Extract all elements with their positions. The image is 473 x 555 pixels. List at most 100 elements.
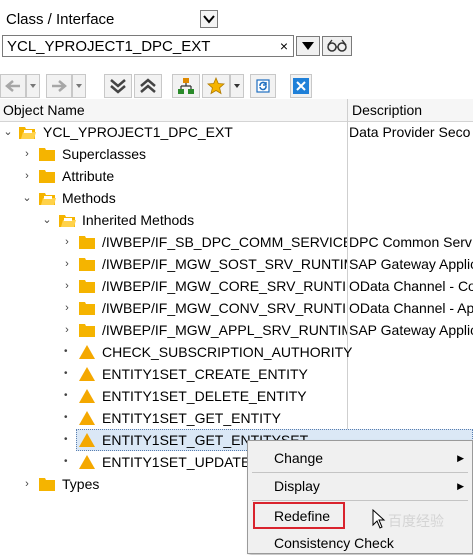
tree-node-class[interactable]: ⌄ YCL_YPROJECT1_DPC_EXT Data Provider Se… [0, 121, 473, 143]
leaf-dot: • [64, 434, 68, 445]
tree-node-methods[interactable]: ⌄ Methods [0, 187, 473, 209]
tree-node-inherited-methods[interactable]: ⌄ Inherited Methods [0, 209, 473, 231]
object-name-input[interactable] [3, 36, 275, 56]
tree-node-label: YCL_YPROJECT1_DPC_EXT [43, 124, 233, 140]
menu-separator [252, 472, 468, 473]
tree-node-method[interactable]: • ENTITY1SET_DELETE_ENTITY [0, 385, 473, 407]
submenu-arrow-icon: ▶ [457, 481, 464, 491]
collapsed-chevron-icon[interactable]: › [62, 275, 72, 297]
object-type-select[interactable]: Class / Interface [2, 8, 218, 30]
mouse-cursor-icon [372, 509, 386, 529]
menu-separator [252, 500, 468, 501]
open-folder-icon [59, 215, 76, 227]
triangle-down-icon [76, 84, 82, 88]
menu-item-display[interactable]: Display ▶ [248, 474, 473, 498]
forward-button[interactable] [46, 74, 72, 98]
triangle-down-icon [30, 84, 36, 88]
warning-method-icon [79, 345, 95, 359]
forward-menu-button[interactable] [72, 74, 86, 98]
tree-node-label: /IWBEP/IF_MGW_SOST_SRV_RUNTIME [102, 256, 347, 272]
collapsed-chevron-icon[interactable]: › [62, 297, 72, 319]
back-button[interactable] [0, 74, 26, 98]
chevron-down-icon [203, 15, 215, 24]
collapsed-chevron-icon[interactable]: › [62, 253, 72, 275]
history-dropdown-button[interactable] [296, 36, 320, 56]
submenu-arrow-icon: ▶ [457, 453, 464, 463]
open-folder-icon [39, 193, 56, 205]
tree-node-label: Inherited Methods [82, 212, 195, 228]
leaf-dot: • [64, 390, 68, 401]
column-header-description[interactable]: Description [349, 99, 473, 121]
expanded-chevron-icon[interactable]: ⌄ [22, 187, 32, 209]
tree-node-description: DPC Common Serv [349, 234, 472, 250]
folder-icon [39, 170, 55, 183]
expanded-chevron-icon[interactable]: ⌄ [3, 121, 13, 143]
tree-node-method[interactable]: • ENTITY1SET_GET_ENTITY [0, 407, 473, 429]
object-type-dropdown-button[interactable] [200, 10, 218, 28]
folder-icon [79, 258, 95, 271]
tree-node-label: /IWBEP/IF_MGW_APPL_SRV_RUNTIME [102, 322, 347, 338]
expanded-chevron-icon[interactable]: ⌄ [42, 209, 52, 231]
tree-node-interface[interactable]: › /IWBEP/IF_MGW_CORE_SRV_RUNTIME OData C… [0, 275, 473, 297]
arrow-left-icon [5, 80, 20, 92]
glasses-icon [327, 39, 347, 52]
warning-method-icon [79, 433, 95, 447]
tree-node-interface[interactable]: › /IWBEP/IF_MGW_SOST_SRV_RUNTIME SAP Gat… [0, 253, 473, 275]
display-object-button[interactable] [322, 36, 352, 56]
menu-item-label: Consistency Check [274, 535, 394, 551]
back-menu-button[interactable] [26, 74, 40, 98]
menu-item-label: Display [274, 478, 320, 494]
tree-node-method[interactable]: • ENTITY1SET_CREATE_ENTITY [0, 363, 473, 385]
collapse-all-button[interactable] [134, 74, 162, 98]
tree-node-label: ENTITY1SET_DELETE_ENTITY [102, 388, 307, 404]
clear-icon[interactable]: × [275, 38, 293, 54]
warning-method-icon [79, 389, 95, 403]
folder-icon [39, 148, 55, 161]
watermark: 百度经验 [388, 513, 444, 529]
tree-node-label: Methods [62, 190, 116, 206]
collapsed-chevron-icon[interactable]: › [22, 473, 32, 495]
object-name-field[interactable]: × [2, 35, 294, 57]
leaf-dot: • [64, 368, 68, 379]
column-header: Object Name Description [0, 99, 473, 122]
warning-method-icon [79, 455, 95, 469]
tree-node-interface[interactable]: › /IWBEP/IF_MGW_CONV_SRV_RUNTIME OData C… [0, 297, 473, 319]
tree-node-label: ENTITY1SET_CREATE_ENTITY [102, 366, 308, 382]
tree-node-label: /IWBEP/IF_MGW_CONV_SRV_RUNTIME [102, 300, 347, 316]
menu-item-consistency-check[interactable]: Consistency Check [248, 531, 473, 555]
warning-method-icon [79, 411, 95, 425]
collapsed-chevron-icon[interactable]: › [22, 165, 32, 187]
close-button[interactable] [290, 74, 312, 98]
tree-node-description: Data Provider Seco [349, 124, 471, 140]
column-header-object-name[interactable]: Object Name [0, 99, 347, 121]
double-chevron-down-icon [110, 79, 126, 94]
tree-node-description: SAP Gateway Applic [349, 322, 473, 338]
leaf-dot: • [64, 412, 68, 423]
menu-item-change[interactable]: Change ▶ [248, 446, 473, 470]
star-icon [207, 77, 225, 95]
folder-icon [79, 324, 95, 337]
expand-all-button[interactable] [104, 74, 132, 98]
tree-node-method[interactable]: • CHECK_SUBSCRIPTION_AUTHORITY [0, 341, 473, 363]
hierarchy-button[interactable] [172, 74, 200, 98]
tree-node-interface[interactable]: › /IWBEP/IF_SB_DPC_COMM_SERVICES DPC Com… [0, 231, 473, 253]
arrow-right-icon [52, 80, 67, 92]
collapsed-chevron-icon[interactable]: › [22, 143, 32, 165]
favorites-menu-button[interactable] [230, 74, 244, 98]
collapsed-chevron-icon[interactable]: › [62, 231, 72, 253]
refresh-button[interactable] [250, 74, 276, 98]
favorites-button[interactable] [202, 74, 230, 98]
tree-node-superclasses[interactable]: › Superclasses [0, 143, 473, 165]
tree-node-label: /IWBEP/IF_MGW_CORE_SRV_RUNTIME [102, 278, 347, 294]
tree-node-attribute[interactable]: › Attribute [0, 165, 473, 187]
folder-icon [79, 302, 95, 315]
triangle-down-icon [302, 42, 314, 50]
leaf-dot: • [64, 346, 68, 357]
redefine-highlight-box [253, 502, 345, 529]
collapsed-chevron-icon[interactable]: › [62, 319, 72, 341]
close-icon [293, 78, 309, 94]
tree-node-interface[interactable]: › /IWBEP/IF_MGW_APPL_SRV_RUNTIME SAP Gat… [0, 319, 473, 341]
folder-icon [79, 236, 95, 249]
menu-item-label: Change [274, 450, 324, 466]
tree-node-label: Attribute [62, 168, 115, 184]
